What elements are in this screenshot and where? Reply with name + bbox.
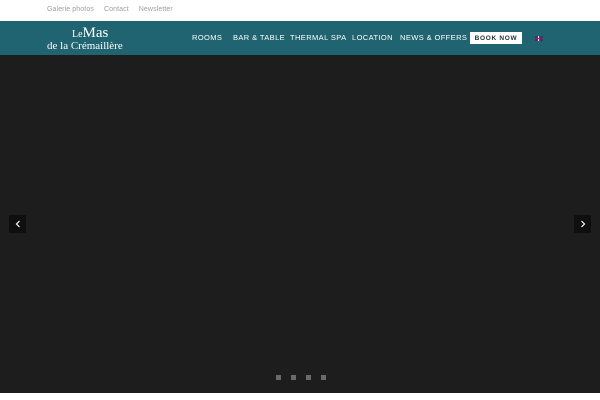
top-bar: Galerie photos Contact Newsletter bbox=[0, 0, 600, 21]
contact-link[interactable]: Contact bbox=[104, 6, 129, 13]
nav-rooms[interactable]: ROOMS bbox=[192, 33, 222, 42]
nav-bar-table[interactable]: BAR & TABLE bbox=[233, 33, 285, 42]
newsletter-link[interactable]: Newsletter bbox=[139, 6, 173, 13]
slider-prev-button[interactable] bbox=[9, 215, 26, 233]
slider-next-button[interactable] bbox=[574, 215, 591, 233]
slider-pagination bbox=[276, 375, 336, 380]
slider-dot-4[interactable] bbox=[321, 375, 326, 380]
nav-location[interactable]: LOCATION bbox=[352, 33, 393, 42]
page-bottom-strip bbox=[0, 393, 600, 400]
nav-thermal-spa[interactable]: THERMAL SPA bbox=[290, 33, 347, 42]
gallery-link[interactable]: Galerie photos bbox=[47, 6, 94, 13]
book-now-button[interactable]: BOOK NOW bbox=[470, 32, 522, 44]
slider-dot-2[interactable] bbox=[291, 375, 296, 380]
main-header: LeMas de la Crémaillère ROOMS BAR & TABL… bbox=[0, 21, 600, 55]
uk-flag-icon[interactable] bbox=[535, 36, 543, 41]
slider-dot-3[interactable] bbox=[306, 375, 311, 380]
nav-news-offers[interactable]: NEWS & OFFERS bbox=[400, 33, 467, 42]
chevron-right-icon bbox=[580, 220, 585, 228]
chevron-left-icon bbox=[15, 220, 20, 228]
slider-dot-1[interactable] bbox=[276, 375, 281, 380]
flag-red-v bbox=[538, 36, 540, 41]
top-links: Galerie photos Contact Newsletter bbox=[47, 6, 183, 13]
hero-slider bbox=[0, 55, 600, 393]
main-nav: ROOMS BAR & TABLE THERMAL SPA LOCATION N… bbox=[0, 21, 600, 55]
